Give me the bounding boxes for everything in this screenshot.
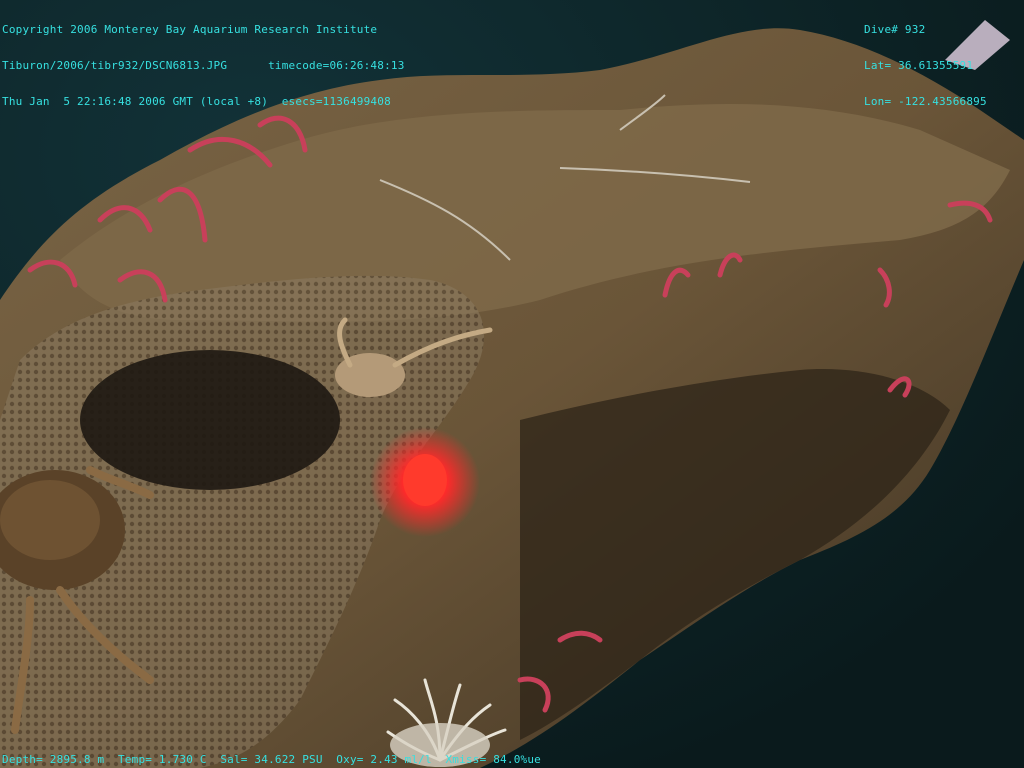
overlay-header-left: Copyright 2006 Monterey Bay Aquarium Res…	[2, 0, 405, 120]
sensor-readout: Depth= 2895.8 m Temp= 1.730 C Sal= 34.62…	[2, 753, 541, 766]
latitude: Lat= 36.61355591	[864, 59, 974, 72]
longitude: Lon= -122.43566895	[864, 95, 987, 108]
datetime-line: Thu Jan 5 22:16:48 2006 GMT (local +8) e…	[2, 95, 391, 108]
cave-opening	[80, 350, 340, 490]
dive-number: Dive# 932	[864, 23, 926, 36]
file-timecode-line: Tiburon/2006/tibr932/DSCN6813.JPG timeco…	[2, 59, 405, 72]
red-anemone	[403, 454, 447, 506]
copyright-line: Copyright 2006 Monterey Bay Aquarium Res…	[2, 23, 378, 36]
overlay-header-right: Dive# 932 Lat= 36.61355591 Lon= -122.435…	[864, 0, 987, 120]
